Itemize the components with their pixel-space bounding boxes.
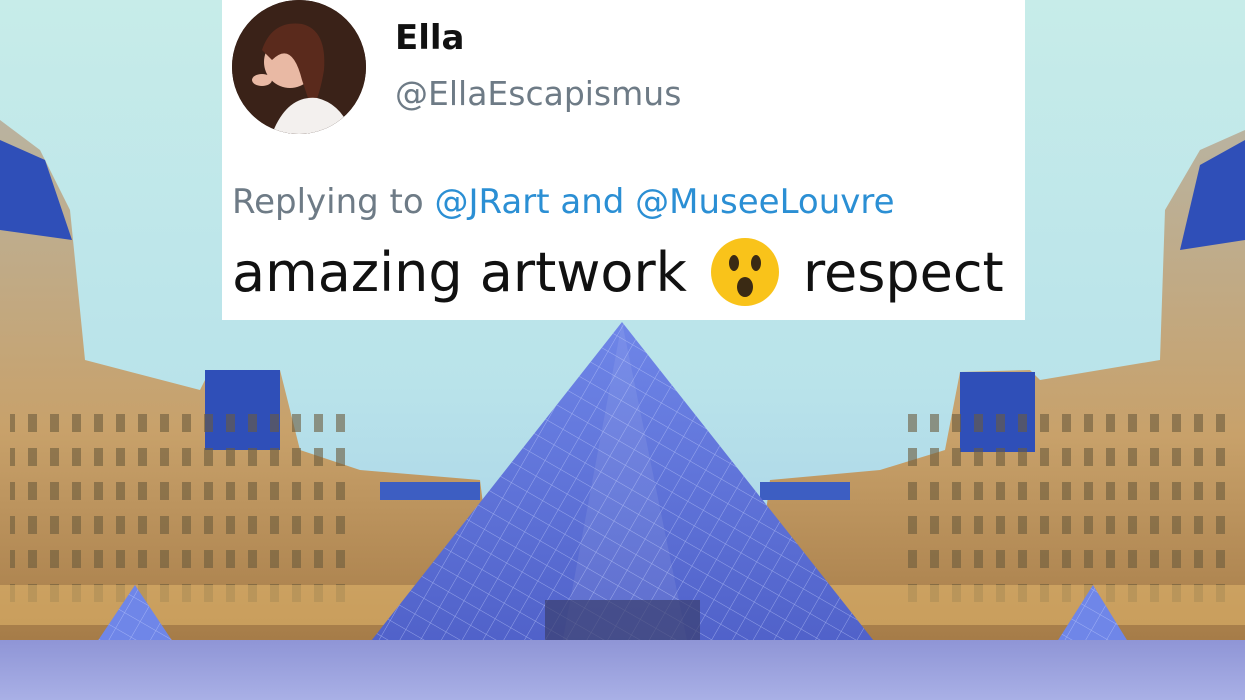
tweet-text-part-2: respect	[802, 240, 1004, 304]
display-name[interactable]: Ella	[395, 18, 464, 58]
mention-jrart[interactable]: @JRart	[435, 182, 550, 222]
mention-museelouvre[interactable]: @MuseeLouvre	[635, 182, 894, 222]
avatar[interactable]	[232, 0, 366, 134]
tweet-text-part-1: amazing artwork	[232, 240, 687, 304]
replying-to-prefix: Replying to	[232, 182, 424, 222]
replying-to-line: Replying to @JRart and @MuseeLouvre	[232, 182, 895, 222]
tweet-text: amazing artwork respect	[232, 236, 1004, 308]
astonished-face-icon	[709, 236, 781, 308]
user-handle[interactable]: @EllaEscapismus	[395, 74, 681, 113]
tweet-card[interactable]: Ella @EllaEscapismus Replying to @JRart …	[222, 0, 1025, 320]
mention-conjunction: and	[560, 182, 625, 222]
